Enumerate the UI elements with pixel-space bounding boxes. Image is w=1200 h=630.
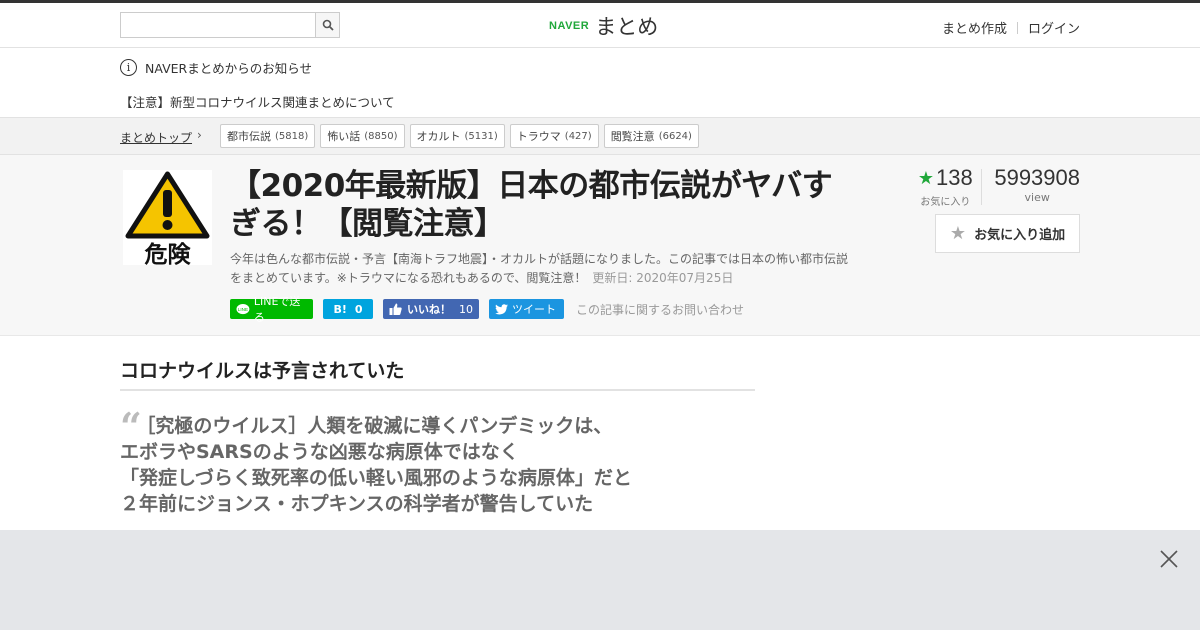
search-button[interactable] — [315, 12, 340, 38]
info-icon: i — [120, 59, 137, 76]
hatena-icon: B! — [333, 302, 347, 316]
description-text: 今年は色んな都市伝説・予言【南海トラフ地震】・オカルトが話題になりました。この記… — [230, 252, 849, 285]
thumbnail-text: 危険 — [145, 241, 192, 265]
updated-date: 更新日: 2020年07月25日 — [592, 271, 734, 285]
section-heading: コロナウイルスは予言されていた — [120, 356, 755, 391]
tag-count: (8850) — [364, 130, 398, 142]
tag-count: (5818) — [275, 130, 309, 142]
article-body: コロナウイルスは予言されていた “［究極のウイルス］人類を破滅に導くパンデミック… — [0, 336, 1200, 530]
article-thumbnail[interactable]: 危険 — [123, 170, 212, 268]
star-icon: ★ — [917, 167, 935, 188]
line-share-label: LINEで送る — [253, 295, 301, 324]
tag-item[interactable]: 怖い話 (8850) — [320, 124, 405, 148]
article-title: 【2020年最新版】日本の都市伝説がヤバすぎる！【閲覧注意】 — [230, 168, 833, 242]
tag-count: (6624) — [658, 130, 692, 142]
thumbs-up-icon — [389, 303, 402, 315]
search-icon — [322, 19, 334, 31]
tag-label: トラウマ — [516, 130, 561, 143]
notice-area: i NAVERまとめからのお知らせ 【注意】新型コロナウイルス関連まとめについて — [0, 48, 1200, 118]
search-input[interactable] — [120, 12, 315, 38]
divider — [1016, 21, 1018, 34]
facebook-like-count: 10 — [459, 302, 473, 316]
logo-matome: まとめ — [595, 15, 659, 39]
views-stat: 5993908 view — [994, 165, 1080, 208]
facebook-like-label: いいね！ — [407, 303, 451, 316]
logo-naver: NAVER — [549, 20, 590, 32]
add-favorite-button[interactable]: ★ お気に入り追加 — [935, 214, 1080, 253]
views-label: view — [1024, 191, 1050, 204]
tag-count: (5131) — [464, 130, 498, 142]
tweet-label: ツイート — [512, 303, 556, 316]
tag-item[interactable]: 閲覧注意 (6624) — [603, 124, 699, 148]
login-link[interactable]: ログイン — [1028, 18, 1080, 37]
stats-divider — [981, 169, 983, 205]
tag-label: 閲覧注意 — [610, 130, 655, 143]
breadcrumb-home-link[interactable]: まとめトップ — [120, 129, 192, 146]
article-description: 今年は色んな都市伝説・予言【南海トラフ地震】・オカルトが話題になりました。この記… — [230, 250, 850, 288]
tweet-button[interactable]: ツイート — [489, 299, 564, 319]
search-bar — [120, 12, 340, 38]
quote-line: 「発症しづらく致死率の低い軽い風邪のような病原体」だと — [120, 467, 632, 489]
tag-label: 都市伝説 — [227, 130, 271, 143]
twitter-bird-icon — [495, 303, 508, 314]
views-count: 5993908 — [994, 165, 1080, 190]
article-header: 危険 【2020年最新版】日本の都市伝説がヤバすぎる！【閲覧注意】 今年は色んな… — [0, 155, 1200, 336]
create-matome-link[interactable]: まとめ作成 — [942, 18, 1007, 37]
tag-label: 怖い話 — [327, 130, 361, 143]
tag-item[interactable]: オカルト (5131) — [409, 124, 505, 148]
breadcrumb: まとめトップ › 都市伝説 (5818) 怖い話 (8850) オカルト (5131)… — [0, 118, 1200, 155]
tag-label: オカルト — [416, 130, 461, 143]
hatena-bookmark-button[interactable]: B! 0 — [323, 299, 373, 319]
article-stats: ★ 138 お気に入り 5993908 view — [909, 165, 1080, 208]
line-icon: LINE — [236, 303, 250, 314]
quote-block: “［究極のウイルス］人類を破滅に導くパンデミックは、 エボラやSARSのような凶… — [120, 408, 632, 517]
warning-sign-image: 危険 — [125, 171, 210, 268]
tag-count: (427) — [564, 130, 592, 142]
close-icon[interactable] — [1158, 548, 1180, 570]
tag-item[interactable]: トラウマ (427) — [509, 124, 599, 148]
facebook-like-button[interactable]: いいね！ 10 — [383, 299, 479, 319]
favorites-count: 138 — [936, 165, 973, 190]
header-links: まとめ作成 ログイン — [942, 18, 1080, 37]
line-share-button[interactable]: LINE LINEで送る — [230, 295, 313, 324]
quote-line: ［究極のウイルス］人類を破滅に導くパンデミックは、 — [145, 415, 613, 437]
notice-title-row: i NAVERまとめからのお知らせ — [120, 58, 312, 77]
add-favorite-label: お気に入り追加 — [974, 228, 1066, 243]
quote-line: ２年前にジョンス・ホプキンスの科学者が警告していた — [120, 493, 594, 515]
star-icon: ★ — [949, 223, 967, 244]
tag-item[interactable]: 都市伝説 (5818) — [220, 124, 316, 148]
svg-text:LINE: LINE — [238, 306, 248, 311]
quote-line: エボラやSARSのような凶悪な病原体ではなく — [120, 441, 519, 463]
bottom-ad-overlay — [0, 530, 1200, 630]
favorites-label: お気に入り — [920, 197, 971, 208]
site-header: NAVER まとめ まとめ作成 ログイン — [0, 3, 1200, 48]
favorites-stat: ★ 138 お気に入り — [909, 165, 981, 208]
contact-link[interactable]: この記事に関するお問い合わせ — [576, 301, 744, 318]
notice-title: NAVERまとめからのお知らせ — [145, 61, 312, 76]
notice-item-link[interactable]: 【注意】新型コロナウイルス関連まとめについて — [120, 92, 395, 111]
hatena-count: 0 — [354, 302, 363, 316]
site-logo[interactable]: NAVER まとめ — [549, 11, 658, 41]
tag-list: 都市伝説 (5818) 怖い話 (8850) オカルト (5131) トラウマ (427… — [220, 124, 704, 148]
chevron-right-icon: › — [197, 128, 202, 142]
share-bar: LINE LINEで送る B! 0 いいね！ 10 ツイート この記事に関するお… — [230, 295, 744, 324]
